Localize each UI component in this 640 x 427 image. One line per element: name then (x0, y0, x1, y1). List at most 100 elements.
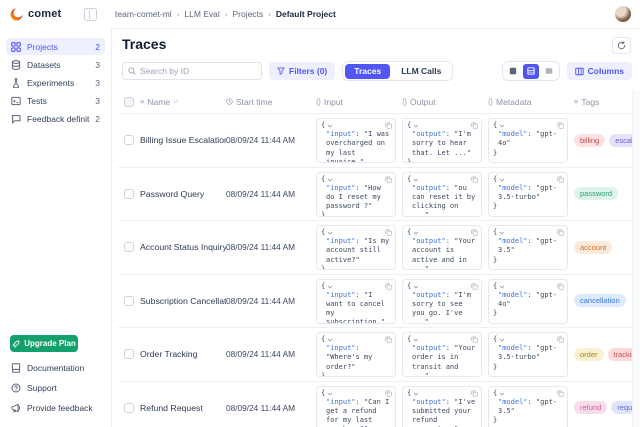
copy-icon[interactable] (471, 336, 478, 343)
density-large-button[interactable] (541, 64, 557, 79)
chevron-down-icon[interactable] (327, 284, 333, 290)
row-checkbox[interactable] (124, 403, 134, 413)
copy-icon[interactable] (471, 229, 478, 236)
columns-button[interactable]: Columns (567, 62, 632, 80)
input-cell[interactable]: { "input": "How do I reset my password ?… (316, 172, 396, 217)
chevron-down-icon[interactable] (327, 391, 333, 397)
metadata-cell[interactable]: { "model": "gpt-3.5" } (488, 225, 568, 270)
table-row[interactable]: Account Status Inquiry 08/09/24 11:44 AM… (118, 221, 632, 275)
output-cell[interactable]: { "output": "I've submitted your refund … (402, 386, 482, 427)
copy-icon[interactable] (557, 229, 564, 236)
select-all-checkbox[interactable] (124, 97, 134, 107)
tag-pill[interactable]: password (574, 187, 618, 200)
copy-icon[interactable] (471, 122, 478, 129)
input-cell[interactable]: { "input": "Where's my order?" } (316, 332, 396, 377)
table-row[interactable]: Order Tracking 08/09/24 11:44 AM { "inpu… (118, 328, 632, 382)
copy-icon[interactable] (557, 390, 564, 397)
copy-icon[interactable] (385, 283, 392, 290)
column-header-tags[interactable]: ≡ Tags (574, 97, 632, 107)
metadata-cell[interactable]: { "model": "gpt-3.5-turbo" } (488, 332, 568, 377)
chevron-down-icon[interactable] (413, 337, 419, 343)
chevron-down-icon[interactable] (413, 123, 419, 129)
copy-icon[interactable] (471, 283, 478, 290)
density-small-button[interactable] (505, 64, 521, 79)
sidebar-item-projects[interactable]: Projects 2 (6, 38, 105, 55)
chevron-down-icon[interactable] (327, 230, 333, 236)
row-checkbox[interactable] (124, 349, 134, 359)
copy-icon[interactable] (385, 229, 392, 236)
refresh-button[interactable] (612, 37, 631, 54)
chevron-down-icon[interactable] (499, 177, 505, 183)
column-header-output[interactable]: {} Output (402, 97, 488, 107)
input-cell[interactable]: { "input": "I was overcharged on my last… (316, 118, 396, 163)
scrollbar-gutter[interactable] (632, 90, 640, 427)
copy-icon[interactable] (385, 390, 392, 397)
chevron-down-icon[interactable] (413, 391, 419, 397)
tab-traces[interactable]: Traces (345, 64, 390, 79)
metadata-cell[interactable]: { "model": "gpt-4o" } (488, 279, 568, 324)
input-cell[interactable]: { "input": "Can I get a refund for my la… (316, 386, 396, 427)
sidebar-item-support[interactable]: Support (6, 380, 105, 396)
column-header-start-time[interactable]: Start time (226, 97, 316, 107)
output-cell[interactable]: { "output": "ou can reset it by clicking… (402, 172, 482, 217)
user-avatar[interactable] (615, 6, 631, 22)
tag-pill[interactable]: escalation (609, 134, 632, 147)
output-cell[interactable]: { "output": "I'm sorry to see you go. I'… (402, 279, 482, 324)
chevron-down-icon[interactable] (499, 337, 505, 343)
sidebar-item-documentation[interactable]: Documentation (6, 360, 105, 376)
row-checkbox[interactable] (124, 242, 134, 252)
sidebar-item-experiments[interactable]: Experiments 3 (6, 74, 105, 91)
upgrade-plan-button[interactable]: Upgrade Plan (10, 335, 78, 352)
tag-pill[interactable]: billing (574, 134, 605, 147)
tag-pill[interactable]: refund (574, 401, 607, 414)
row-checkbox[interactable] (124, 296, 134, 306)
search-box[interactable] (122, 62, 262, 80)
tag-pill[interactable]: account (574, 241, 612, 254)
column-header-name[interactable]: ≡ Name ↓↑ (140, 97, 226, 107)
column-header-metadata[interactable]: {} Metadata (488, 97, 574, 107)
chevron-down-icon[interactable] (499, 123, 505, 129)
copy-icon[interactable] (557, 336, 564, 343)
output-cell[interactable]: { "output": "Your account is active and … (402, 225, 482, 270)
breadcrumb-workspace[interactable]: team-comet-ml (115, 9, 172, 19)
copy-icon[interactable] (557, 122, 564, 129)
density-medium-button[interactable] (523, 64, 539, 79)
metadata-cell[interactable]: { "model": "gpt-4o" } (488, 118, 568, 163)
column-header-input[interactable]: {} Input (316, 97, 402, 107)
output-cell[interactable]: { "output": "Your order is in transit an… (402, 332, 482, 377)
sidebar-item-datasets[interactable]: Datasets 3 (6, 56, 105, 73)
tab-llm-calls[interactable]: LLM Calls (392, 64, 450, 79)
chevron-down-icon[interactable] (327, 337, 333, 343)
sidebar-item-tests[interactable]: Tests 3 (6, 92, 105, 109)
breadcrumb-section[interactable]: Projects (232, 9, 263, 19)
copy-icon[interactable] (385, 176, 392, 183)
copy-icon[interactable] (385, 336, 392, 343)
tag-pill[interactable]: order (574, 348, 604, 361)
chevron-down-icon[interactable] (499, 284, 505, 290)
table-row[interactable]: Billing Issue Escalation 08/09/24 11:44 … (118, 114, 632, 168)
chevron-down-icon[interactable] (327, 177, 333, 183)
input-cell[interactable]: { "input": "I want to cancel my subscrip… (316, 279, 396, 324)
input-cell[interactable]: { "input": "Is my account still active?"… (316, 225, 396, 270)
tag-pill[interactable]: cancellation (574, 294, 626, 307)
tag-pill[interactable]: tracking (608, 348, 632, 361)
row-checkbox[interactable] (124, 189, 134, 199)
metadata-cell[interactable]: { "model": "gpt-3.5-turbo" } (488, 172, 568, 217)
table-row[interactable]: Password Query 08/09/24 11:44 AM { "inpu… (118, 168, 632, 222)
sidebar-toggle-icon[interactable] (84, 8, 97, 21)
output-cell[interactable]: { "output": "I'm sorry to hear that. Let… (402, 118, 482, 163)
chevron-down-icon[interactable] (413, 230, 419, 236)
table-row[interactable]: Subscription Cancellation 08/09/24 11:44… (118, 275, 632, 329)
table-row[interactable]: Refund Request 08/09/24 11:44 AM { "inpu… (118, 382, 632, 427)
copy-icon[interactable] (471, 176, 478, 183)
sidebar-item-feedback-definitions[interactable]: Feedback definitions 2 (6, 110, 105, 127)
copy-icon[interactable] (471, 390, 478, 397)
chevron-down-icon[interactable] (327, 123, 333, 129)
metadata-cell[interactable]: { "model": "gpt-3.5" } (488, 386, 568, 427)
search-input[interactable] (140, 66, 250, 76)
chevron-down-icon[interactable] (413, 284, 419, 290)
filters-button[interactable]: Filters (0) (269, 62, 335, 80)
copy-icon[interactable] (385, 122, 392, 129)
copy-icon[interactable] (557, 283, 564, 290)
chevron-down-icon[interactable] (413, 177, 419, 183)
